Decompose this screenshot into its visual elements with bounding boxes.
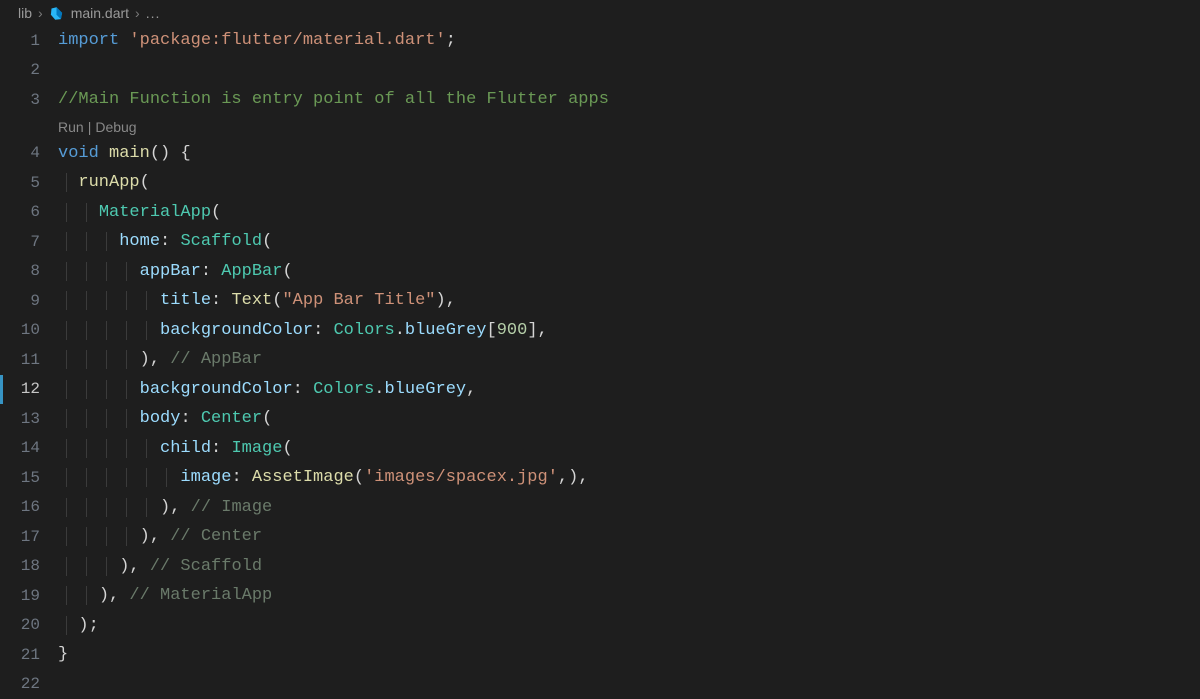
code-line[interactable]: 19 ), // MaterialApp	[0, 581, 1200, 611]
code-line[interactable]: 21 }	[0, 640, 1200, 670]
line-number: 20	[0, 616, 58, 634]
string-literal: 'images/spacex.jpg'	[364, 468, 558, 487]
line-number: 16	[0, 498, 58, 516]
line-number: 17	[0, 528, 58, 546]
line-number: 1	[0, 32, 58, 50]
line-number: 18	[0, 557, 58, 575]
code-line[interactable]: 1 import 'package:flutter/material.dart'…	[0, 26, 1200, 56]
number-literal: 900	[497, 321, 528, 340]
line-number: 2	[0, 61, 58, 79]
code-line[interactable]: 2	[0, 56, 1200, 86]
closing-label: // Center	[170, 527, 262, 546]
line-number: 4	[0, 144, 58, 162]
line-number: 12	[0, 380, 58, 398]
code-line[interactable]: 15 image: AssetImage('images/spacex.jpg'…	[0, 463, 1200, 493]
code-line[interactable]: 17 ), // Center	[0, 522, 1200, 552]
line-number: 11	[0, 351, 58, 369]
keyword: import	[58, 31, 119, 50]
named-param: backgroundColor	[160, 321, 313, 340]
dart-file-icon	[49, 5, 65, 21]
code-line[interactable]: 6 MaterialApp(	[0, 198, 1200, 228]
breadcrumb[interactable]: lib › main.dart › ...	[0, 0, 1200, 26]
named-param: title	[160, 291, 211, 310]
class-name: Colors	[333, 321, 394, 340]
string-literal: 'package:flutter/material.dart'	[129, 31, 445, 50]
line-number: 22	[0, 675, 58, 693]
line-number: 13	[0, 410, 58, 428]
breadcrumb-folder[interactable]: lib	[18, 5, 32, 21]
class-name: Center	[201, 409, 262, 428]
class-name: MaterialApp	[99, 203, 211, 222]
function-name: main	[109, 144, 150, 163]
line-number: 3	[0, 91, 58, 109]
chevron-right-icon: ›	[135, 5, 140, 21]
code-line[interactable]: 13 body: Center(	[0, 404, 1200, 434]
debug-codelens[interactable]: Debug	[95, 119, 136, 135]
line-number: 5	[0, 174, 58, 192]
code-line[interactable]: 4 void main() {	[0, 139, 1200, 169]
line-number: 14	[0, 439, 58, 457]
string-literal: "App Bar Title"	[282, 291, 435, 310]
code-line[interactable]: 10 backgroundColor: Colors.blueGrey[900]…	[0, 316, 1200, 346]
line-number: 6	[0, 203, 58, 221]
class-name: Colors	[313, 380, 374, 399]
named-param: child	[160, 439, 211, 458]
code-line[interactable]: 3 //Main Function is entry point of all …	[0, 85, 1200, 115]
code-line[interactable]: 11 ), // AppBar	[0, 345, 1200, 375]
function-call: runApp	[78, 173, 139, 192]
line-number: 8	[0, 262, 58, 280]
closing-label: // MaterialApp	[129, 586, 272, 605]
line-number: 15	[0, 469, 58, 487]
line-number: 21	[0, 646, 58, 664]
code-editor[interactable]: 1 import 'package:flutter/material.dart'…	[0, 26, 1200, 699]
chevron-right-icon: ›	[38, 5, 43, 21]
code-line[interactable]: 5 runApp(	[0, 168, 1200, 198]
code-line[interactable]: 14 child: Image(	[0, 434, 1200, 464]
code-line[interactable]: 7 home: Scaffold(	[0, 227, 1200, 257]
closing-label: // Image	[191, 498, 273, 517]
line-number: 9	[0, 292, 58, 310]
class-name: Scaffold	[180, 232, 262, 251]
code-line[interactable]: 9 title: Text("App Bar Title"),	[0, 286, 1200, 316]
line-number: 19	[0, 587, 58, 605]
breadcrumb-file[interactable]: main.dart	[71, 5, 129, 21]
named-param: home	[119, 232, 160, 251]
keyword: void	[58, 144, 99, 163]
run-codelens[interactable]: Run	[58, 119, 84, 135]
gutter-change-indicator	[0, 375, 3, 404]
named-param: image	[180, 468, 231, 487]
named-param: backgroundColor	[140, 380, 293, 399]
code-line[interactable]: 22	[0, 670, 1200, 699]
code-line[interactable]: 16 ), // Image	[0, 493, 1200, 523]
class-name: Image	[231, 439, 282, 458]
breadcrumb-tail[interactable]: ...	[146, 5, 161, 21]
code-lens: Run | Debug	[0, 115, 1200, 139]
named-param: appBar	[140, 262, 201, 281]
code-line[interactable]: 8 appBar: AppBar(	[0, 257, 1200, 287]
closing-label: // Scaffold	[150, 557, 262, 576]
closing-label: // AppBar	[170, 350, 262, 369]
line-number: 7	[0, 233, 58, 251]
code-line[interactable]: 18 ), // Scaffold	[0, 552, 1200, 582]
class-name: AssetImage	[252, 468, 354, 487]
named-param: body	[140, 409, 181, 428]
class-name: Text	[231, 291, 272, 310]
class-name: AppBar	[221, 262, 282, 281]
code-line[interactable]: 20 );	[0, 611, 1200, 641]
line-number: 10	[0, 321, 58, 339]
comment: //Main Function is entry point of all th…	[58, 90, 609, 109]
code-line[interactable]: 12 backgroundColor: Colors.blueGrey,	[0, 375, 1200, 405]
